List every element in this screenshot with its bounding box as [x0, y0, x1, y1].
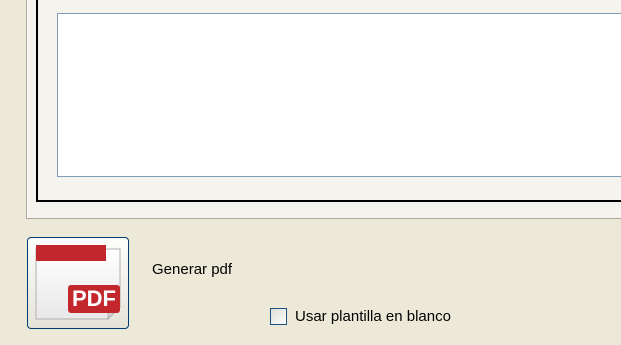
blank-template-checkbox[interactable]	[270, 308, 287, 325]
generate-pdf-button[interactable]: PDF	[27, 237, 129, 329]
pdf-file-icon: PDF	[35, 245, 122, 321]
pdf-generation-pane: PDF Generar pdf Usar plantilla en blanco	[0, 0, 621, 345]
pdf-tab	[36, 245, 106, 261]
content-box[interactable]	[57, 13, 621, 177]
pdf-text: PDF	[72, 286, 116, 311]
generate-pdf-label: Generar pdf	[152, 261, 233, 278]
blank-template-label[interactable]: Usar plantilla en blanco	[295, 308, 451, 325]
